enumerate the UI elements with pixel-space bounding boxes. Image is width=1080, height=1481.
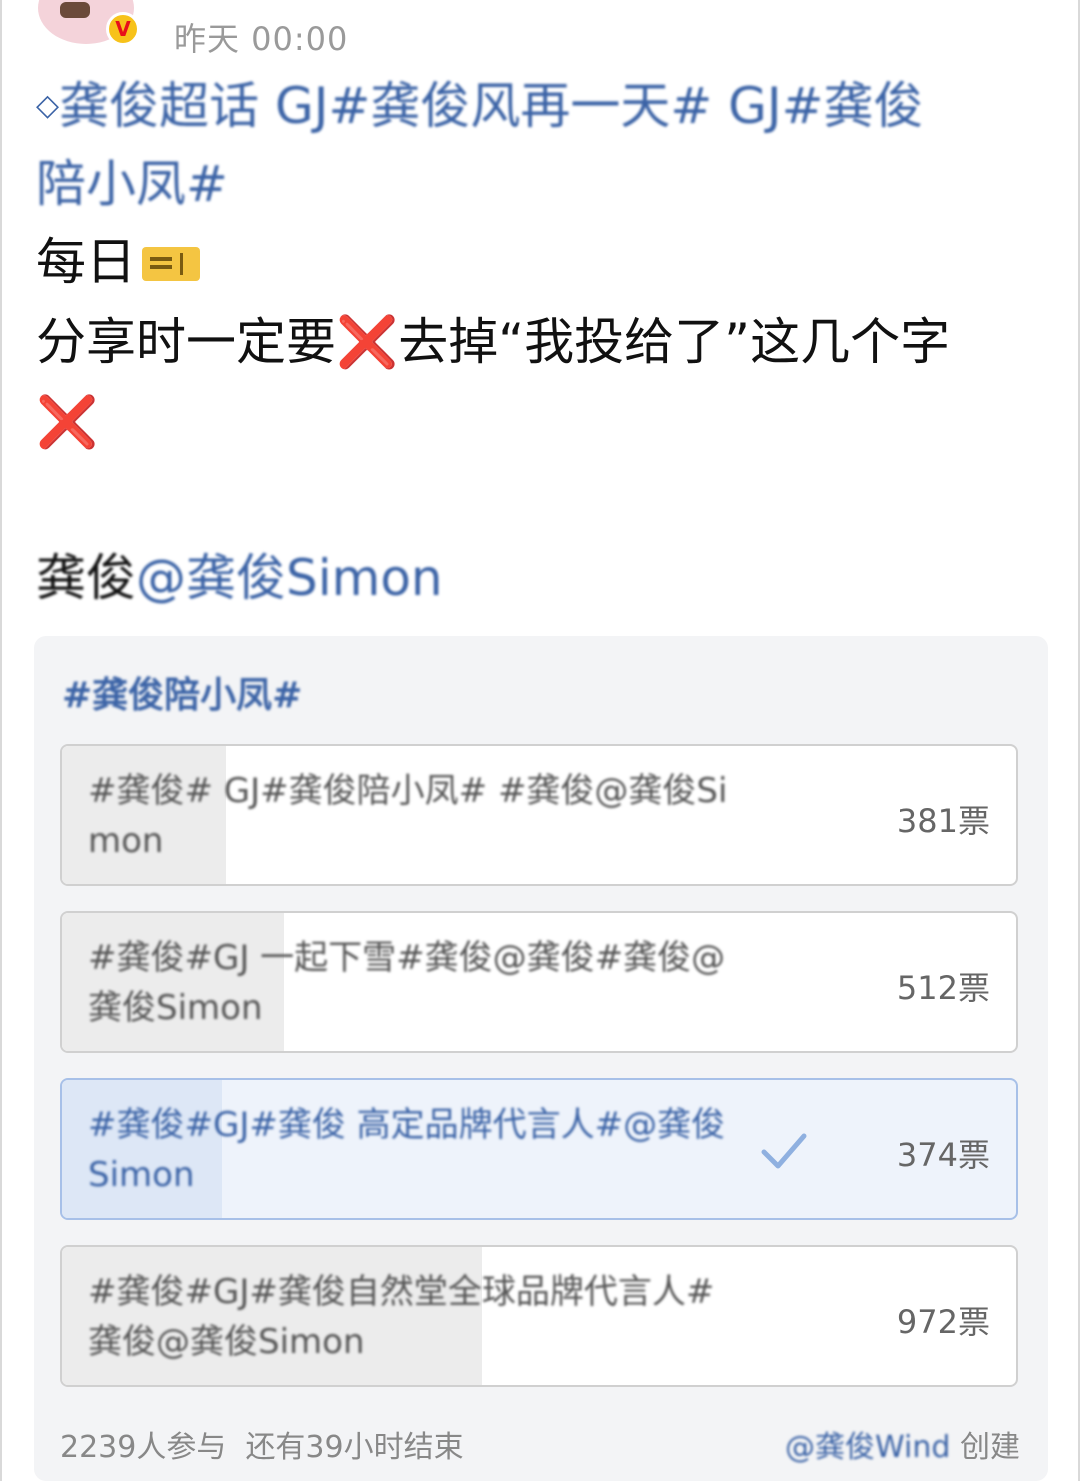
poll-option-votes: 972票 <box>896 1303 990 1341</box>
red-x-icon: ❌ <box>336 313 399 371</box>
daily-text: 每日 <box>36 233 136 291</box>
red-x-icon: ❌ <box>36 393 99 451</box>
share-line: 分享时一定要❌去掉“我投给了”这几个字 <box>36 312 950 372</box>
signature-prefix: 龚俊 <box>36 549 136 607</box>
topic-text-2[interactable]: 陪小凤# <box>36 155 228 213</box>
poll-footer-stats: 2239人参与 还有39小时结束 <box>60 1422 464 1466</box>
poll-created-label: 创建 <box>960 1430 1020 1465</box>
poll-option-votes: 512票 <box>896 969 990 1007</box>
poll-option-text: #龚俊#GJ#龚俊自然堂全球品牌代言人#龚俊@龚俊Simon <box>88 1272 715 1362</box>
topic-line-1[interactable]: ◇龚俊超话 GJ#龚俊风再一天# GJ#龚俊 <box>36 76 924 136</box>
signature-line: 龚俊@龚俊Simon <box>36 548 443 608</box>
avatar-detail <box>60 2 90 18</box>
poll-option[interactable]: #龚俊# GJ#龚俊陪小凤# #龚俊@龚俊Simon 381票 <box>60 744 1018 886</box>
topic-line-2[interactable]: 陪小凤# <box>36 154 228 214</box>
poll-option-votes: 381票 <box>896 802 990 840</box>
poll-option-text: #龚俊#GJ 一起下雪#龚俊@龚俊#龚俊@龚俊Simon <box>88 938 726 1028</box>
poll-card: #龚俊陪小凤# #龚俊# GJ#龚俊陪小凤# #龚俊@龚俊Simon 381票 … <box>34 636 1048 1481</box>
verified-badge-icon: V <box>106 12 140 46</box>
post-timestamp: 昨天 00:00 <box>174 20 349 58</box>
left-edge <box>0 0 2 1481</box>
poll-creator: @龚俊Wind 创建 <box>785 1422 1020 1466</box>
poll-participants: 2239人参与 <box>60 1430 227 1465</box>
poll-option-text: #龚俊#GJ#龚俊 高定品牌代言人#@龚俊Simon <box>88 1105 726 1195</box>
daily-line: 每日 <box>36 232 200 292</box>
share-text: 分享时一定要 <box>36 313 336 371</box>
poll-time-left: 还有39小时结束 <box>245 1430 464 1465</box>
topic-text-1[interactable]: 龚俊超话 GJ#龚俊风再一天# GJ#龚俊 <box>59 77 923 135</box>
poll-option-selected[interactable]: #龚俊#GJ#龚俊 高定品牌代言人#@龚俊Simon 374票 <box>60 1078 1018 1220</box>
check-icon <box>761 1133 807 1169</box>
poll-title[interactable]: #龚俊陪小凤# <box>62 666 302 718</box>
poll-option[interactable]: #龚俊#GJ#龚俊自然堂全球品牌代言人#龚俊@龚俊Simon 972票 <box>60 1245 1018 1387</box>
signature-mention[interactable]: @龚俊Simon <box>136 549 443 607</box>
poll-option-votes: 374票 <box>896 1136 990 1174</box>
poll-creator-link[interactable]: @龚俊Wind <box>785 1430 950 1465</box>
poll-option-text: #龚俊# GJ#龚俊陪小凤# #龚俊@龚俊Simon <box>88 771 728 861</box>
poll-option[interactable]: #龚俊#GJ 一起下雪#龚俊@龚俊#龚俊@龚俊Simon 512票 <box>60 911 1018 1053</box>
diamond-icon: ◇ <box>36 88 60 123</box>
ticket-icon <box>142 247 200 281</box>
share-text-2: 去掉“我投给了”这几个字 <box>398 313 951 371</box>
